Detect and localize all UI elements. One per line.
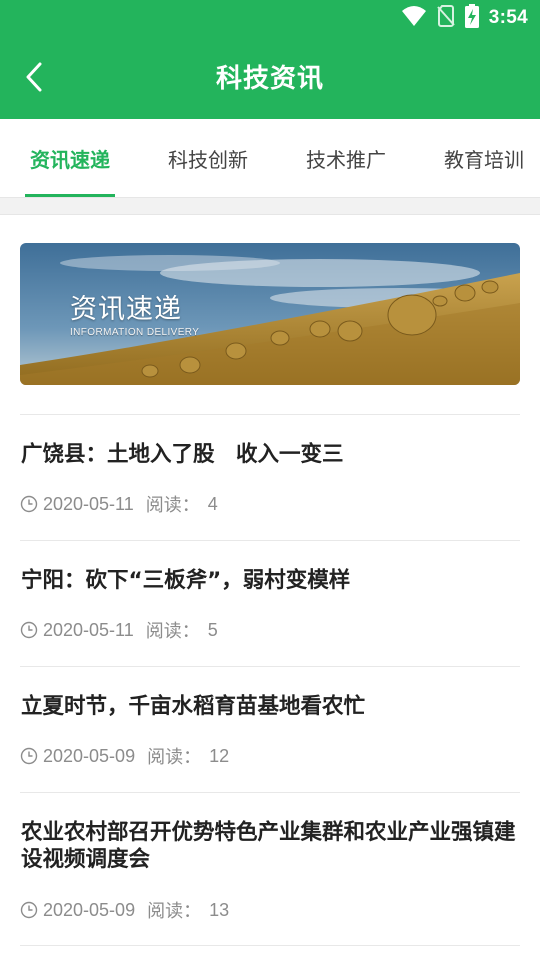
read-label: 阅读： xyxy=(145,621,200,642)
banner-title: 资讯速递 xyxy=(70,294,182,325)
clock-icon xyxy=(20,495,38,513)
list-divider xyxy=(20,945,520,946)
news-date: 2020-05-11 xyxy=(43,493,134,514)
tab-bar: 资讯速递 科技创新 技术推广 教育培训 xyxy=(0,119,540,197)
news-title: 宁阳：砍下“三板斧”，弱村变模样 xyxy=(21,568,351,593)
tab-education-training[interactable]: 教育培训 xyxy=(439,119,529,197)
news-item[interactable]: 宁阳：砍下“三板斧”，弱村变模样 2020-05-11 阅读： 5 xyxy=(20,540,520,666)
news-title: 农业农村部召开优势特色产业集群和农业产业强镇建设视频调度会 xyxy=(21,820,516,872)
tab-news-express[interactable]: 资讯速递 xyxy=(25,119,115,197)
tab-tech-innovation[interactable]: 科技创新 xyxy=(163,119,253,197)
clock-icon xyxy=(20,747,38,765)
news-meta: 2020-05-11 阅读： 5 xyxy=(20,617,218,643)
news-date: 2020-05-09 xyxy=(43,745,136,766)
news-title: 广饶县：土地入了股 收入一变三 xyxy=(21,442,344,467)
battery-charging-icon xyxy=(464,4,479,32)
read-count: 5 xyxy=(207,619,218,640)
read-label: 阅读： xyxy=(147,901,202,922)
read-count: 13 xyxy=(209,899,230,920)
top-bar: 3:54 科技资讯 xyxy=(0,0,540,119)
banner-subtitle: INFORMATION DELIVERY xyxy=(70,327,200,338)
banner-image[interactable]: 资讯速递 INFORMATION DELIVERY xyxy=(20,243,520,385)
clock-icon xyxy=(20,621,38,639)
tab-label: 资讯速递 xyxy=(30,147,110,172)
news-title: 立夏时节，千亩水稻育苗基地看农忙 xyxy=(21,694,366,719)
news-meta: 2020-05-09 阅读： 13 xyxy=(20,897,229,923)
news-date: 2020-05-09 xyxy=(43,899,136,920)
read-count: 12 xyxy=(209,745,230,766)
read-count: 4 xyxy=(207,493,218,514)
status-icons: 3:54 xyxy=(401,4,528,32)
page-title: 科技资讯 xyxy=(215,64,324,94)
status-bar: 3:54 xyxy=(0,0,540,36)
wifi-icon xyxy=(401,5,427,31)
tab-tech-promotion[interactable]: 技术推广 xyxy=(301,119,391,197)
news-date: 2020-05-11 xyxy=(43,619,134,640)
news-item[interactable]: 农业农村部召开优势特色产业集群和农业产业强镇建设视频调度会 2020-05-09… xyxy=(20,792,520,945)
news-item[interactable]: 广饶县：土地入了股 收入一变三 2020-05-11 阅读： 4 xyxy=(20,414,520,540)
tab-label: 教育培训 xyxy=(444,147,524,172)
status-time: 3:54 xyxy=(488,7,528,28)
read-label: 阅读： xyxy=(145,495,200,516)
news-meta: 2020-05-09 阅读： 12 xyxy=(20,743,229,769)
no-sim-icon xyxy=(437,5,455,31)
section-divider xyxy=(0,197,540,215)
tab-label: 技术推广 xyxy=(306,147,386,172)
clock-icon xyxy=(20,901,38,919)
tab-label: 科技创新 xyxy=(168,147,248,172)
read-label: 阅读： xyxy=(147,747,202,768)
app-bar: 科技资讯 xyxy=(0,36,540,119)
news-meta: 2020-05-11 阅读： 4 xyxy=(20,491,218,517)
news-item[interactable]: 立夏时节，千亩水稻育苗基地看农忙 2020-05-09 阅读： 12 xyxy=(20,666,520,792)
